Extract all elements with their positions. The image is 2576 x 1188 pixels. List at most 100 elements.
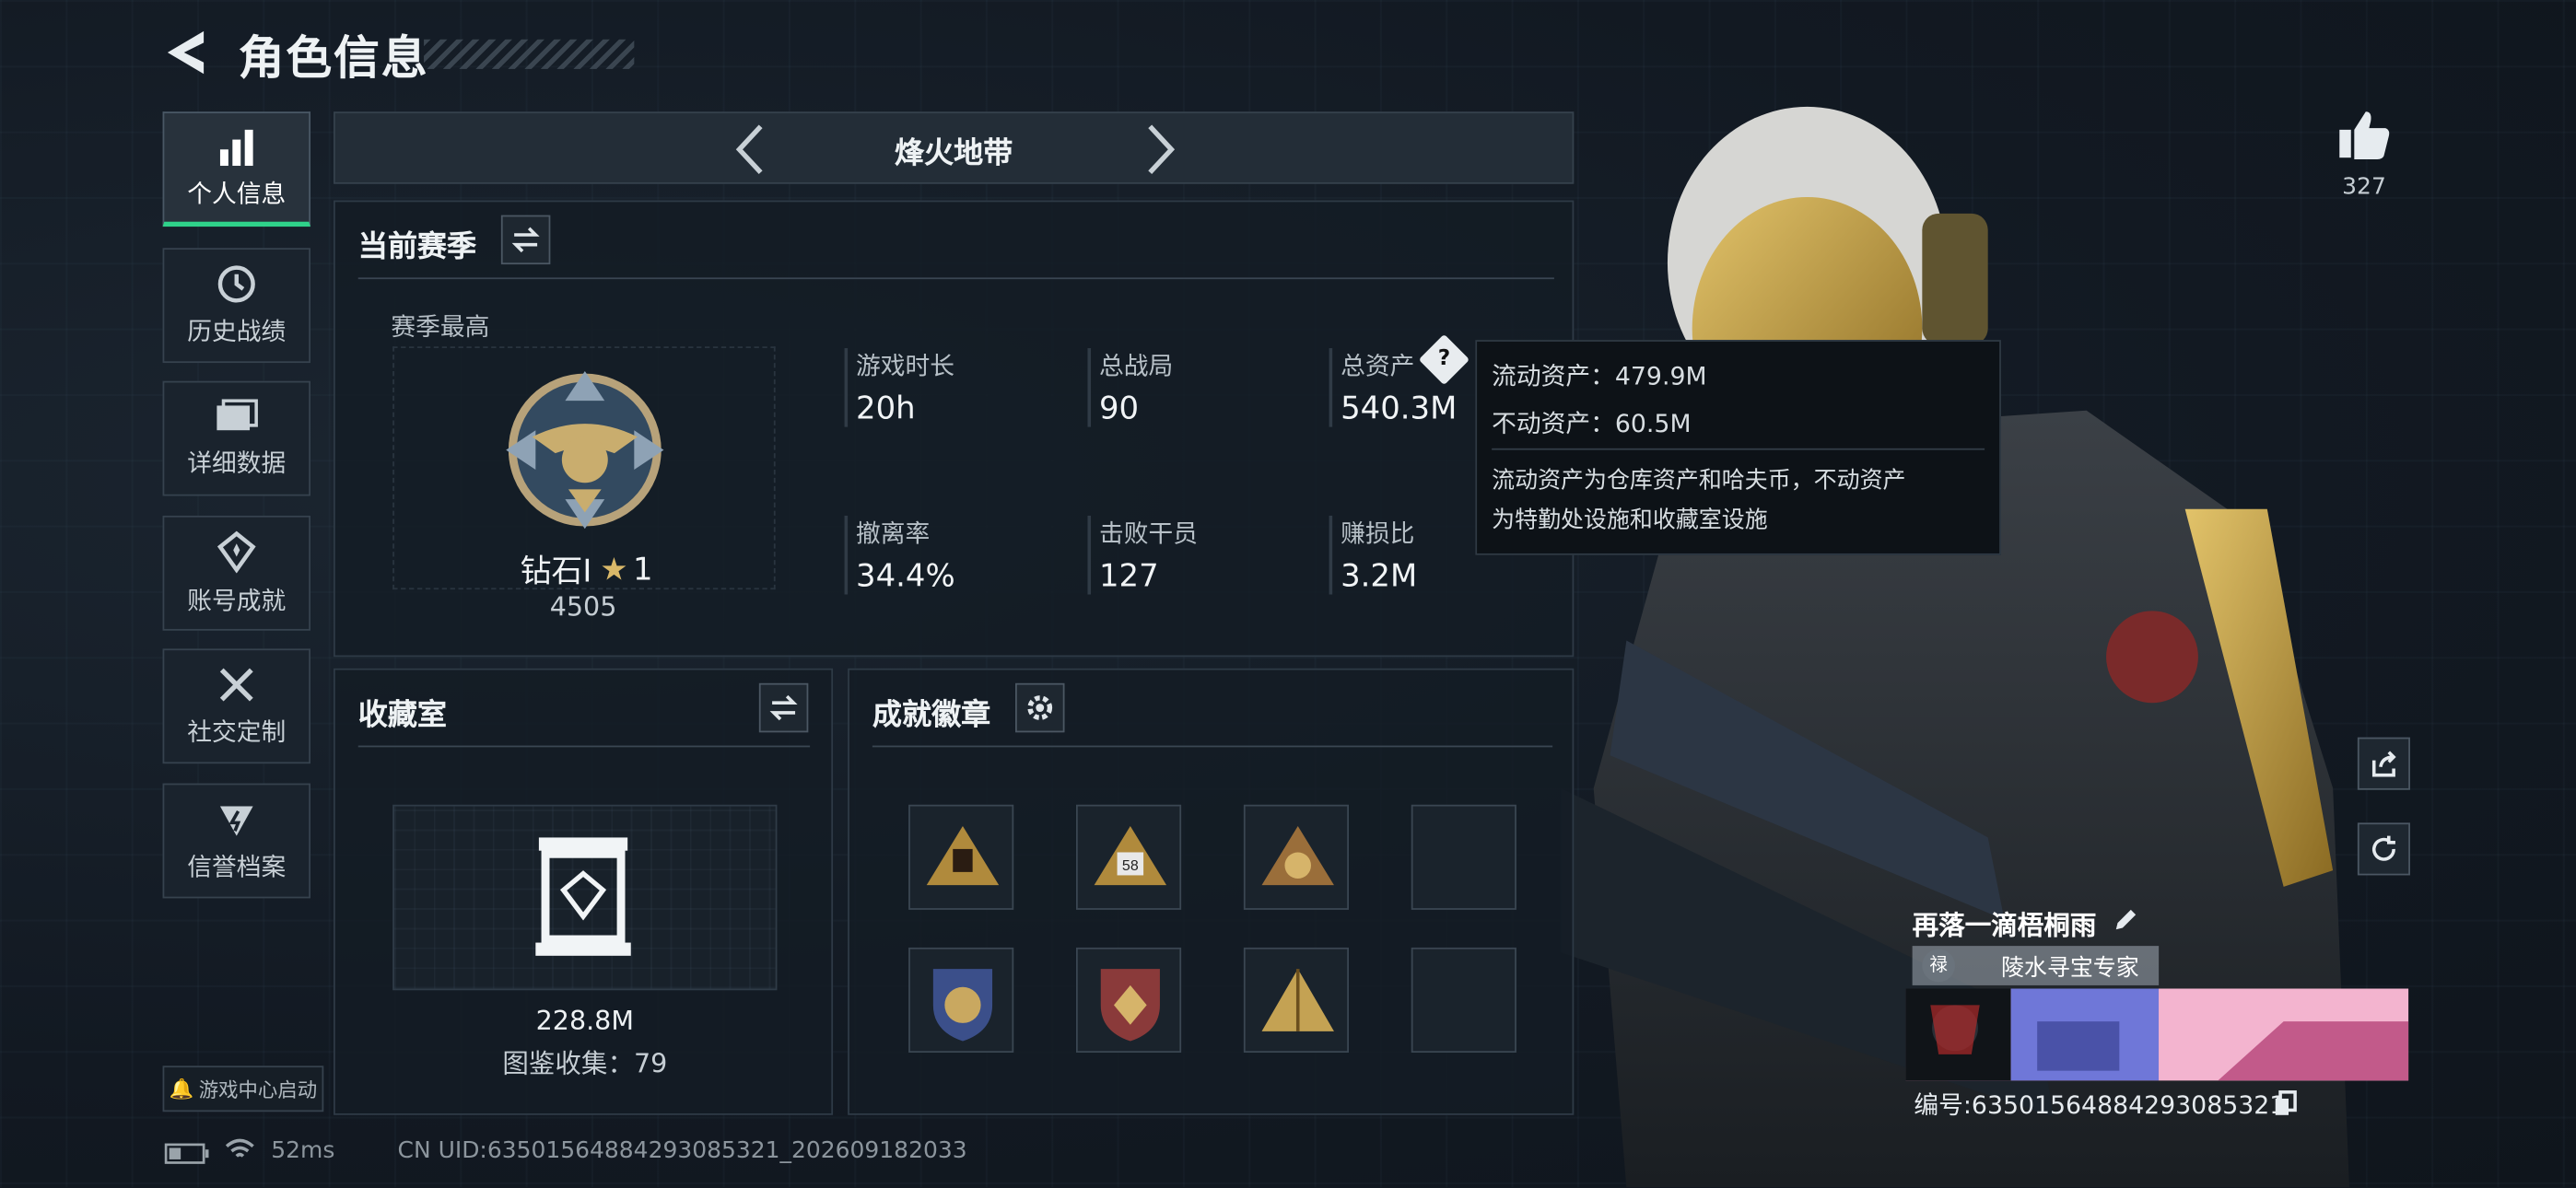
sidebar-item-achievements[interactable]: 账号成就: [162, 515, 311, 631]
copy-icon[interactable]: [2274, 1090, 2297, 1117]
sidebar-item-label: 个人信息: [187, 178, 287, 208]
assets-description: 为特勤处设施和收藏室设施: [1492, 507, 1768, 534]
stat-value: 20h: [856, 390, 916, 427]
divider: [1492, 448, 1985, 450]
stat-divider: [1329, 515, 1333, 595]
rank-line: 钻石I ★ 1: [512, 547, 660, 591]
stat-value: 127: [1098, 558, 1159, 595]
stat-label: 总战局: [1098, 351, 1174, 381]
swap-icon: [511, 227, 540, 253]
page-title: 角色信息: [238, 30, 429, 86]
badge-slot-empty[interactable]: [1411, 947, 1516, 1054]
58-triangle-badge-icon: 58: [1094, 825, 1167, 886]
mode-title: 烽火地带: [894, 136, 1013, 171]
sidebar-item-label: 社交定制: [187, 716, 287, 747]
share-icon: [2371, 751, 2396, 777]
badge-slot-empty[interactable]: [1411, 804, 1516, 910]
uid-text: CN UID:6350156488429308532​1_20260918203…: [397, 1137, 967, 1165]
stat-divider: [844, 515, 849, 595]
badge-slot[interactable]: [908, 947, 1014, 1054]
stat-value: 540.3M: [1341, 390, 1458, 427]
title-tag: 禄 陵水寻宝专家: [1912, 946, 2160, 985]
bar-chart-icon: [219, 128, 253, 166]
collection-value: 228.8M: [535, 1005, 634, 1037]
back-arrow-icon[interactable]: [161, 27, 210, 79]
credit-icon: [219, 805, 253, 835]
title-decoration: [424, 39, 635, 69]
next-mode-icon[interactable]: [1145, 123, 1178, 176]
sidebar-item-history[interactable]: 历史战绩: [162, 248, 311, 364]
sidebar-item-details[interactable]: 详细数据: [162, 380, 311, 496]
season-best-label: 赛季最高: [391, 311, 490, 342]
season-switch-button[interactable]: [500, 215, 551, 265]
edit-icon[interactable]: [2113, 906, 2139, 933]
sidebar-item-credit[interactable]: 信誉档案: [162, 783, 311, 899]
stat-value: 3.2M: [1341, 558, 1418, 595]
folder-icon: [217, 398, 258, 430]
blue-shield-badge-icon: [932, 969, 993, 1042]
battery-icon: [164, 1143, 209, 1164]
gold-triangle-badge-icon: [926, 825, 1000, 886]
help-question-mark: ?: [1437, 346, 1451, 372]
ping: 52ms: [271, 1137, 335, 1165]
badge-slot[interactable]: [1243, 947, 1350, 1054]
profile-banner-image: [1905, 988, 2409, 1081]
mode-selector: 烽火地带: [333, 111, 1575, 184]
badge-slot[interactable]: 58: [1075, 804, 1182, 910]
svg-text:58: 58: [1122, 857, 1139, 874]
stat-divider: [844, 348, 849, 427]
sidebar-item-label: 信誉档案: [187, 851, 287, 881]
likes-count: 327: [2342, 174, 2386, 201]
sidebar-item-personal-info[interactable]: 个人信息: [162, 111, 311, 227]
achievement-icon: [217, 530, 256, 573]
sidebar-item-social[interactable]: 社交定制: [162, 648, 311, 764]
history-icon: [217, 264, 255, 302]
gold-pyramid-badge-icon: [1261, 969, 1334, 1031]
stat-divider: [1087, 348, 1092, 427]
title-tag-emblem-icon: 禄: [1922, 949, 1956, 983]
achievements-settings-button[interactable]: [1015, 682, 1065, 733]
stat-label: 总资产: [1341, 351, 1415, 381]
stat-divider: [1329, 348, 1333, 427]
tools-icon: [219, 667, 253, 701]
stat-value: 90: [1098, 390, 1140, 427]
divider: [357, 277, 1554, 280]
refresh-icon: [2371, 835, 2395, 861]
share-button[interactable]: [2357, 737, 2410, 790]
red-shield-badge-icon: [1100, 969, 1160, 1042]
stat-label: 撤离率: [856, 518, 931, 549]
collection-count: 图鉴收集：79: [502, 1047, 668, 1079]
sidebar-item-label: 账号成就: [187, 585, 287, 615]
stat-value: 34.4%: [856, 558, 955, 595]
refresh-button[interactable]: [2357, 822, 2410, 876]
game-center-launch[interactable]: 🔔 游戏中心启动: [162, 1066, 324, 1112]
thumbs-up-icon[interactable]: [2336, 107, 2393, 163]
player-id: 编号:6350156488429308532​1: [1914, 1090, 2286, 1121]
player-nickname: 再落一滴梧桐雨: [1912, 909, 2097, 941]
fixed-assets: 不动资产：60.5M: [1492, 409, 1692, 439]
title-tag-text: 陵水寻宝专家: [2000, 955, 2139, 983]
collection-title: 收藏室: [357, 697, 448, 733]
rank-stars: 1: [633, 551, 653, 588]
liquid-assets: 流动资产：479.9M: [1492, 361, 1707, 391]
badge-slot[interactable]: [1075, 947, 1182, 1054]
badge-slot[interactable]: [908, 804, 1014, 910]
wifi-icon: [225, 1138, 254, 1158]
display-case-icon: [535, 837, 631, 956]
sidebar-item-label: 历史战绩: [187, 316, 287, 346]
badge-slot[interactable]: [1243, 804, 1350, 910]
achievements-title: 成就徽章: [872, 697, 991, 733]
59-triangle-badge-icon: [1261, 825, 1334, 886]
collection-switch-button[interactable]: [758, 682, 809, 733]
assets-tooltip: 流动资产：479.9M 不动资产：60.5M 流动资产为仓库资产和哈夫币，不动资…: [1475, 340, 2001, 555]
assets-description: 流动资产为仓库资产和哈夫币，不动资产: [1492, 468, 1906, 495]
rank-score: 4505: [549, 590, 617, 623]
swap-icon: [769, 694, 798, 721]
game-center-label: 游戏中心启动: [198, 1077, 318, 1101]
stat-label: 赚损比: [1341, 518, 1415, 549]
stat-label: 击败干员: [1098, 518, 1198, 549]
stat-label: 游戏时长: [856, 351, 955, 381]
season-title: 当前赛季: [357, 229, 477, 265]
divider: [872, 745, 1553, 748]
gear-icon: [1027, 695, 1053, 720]
